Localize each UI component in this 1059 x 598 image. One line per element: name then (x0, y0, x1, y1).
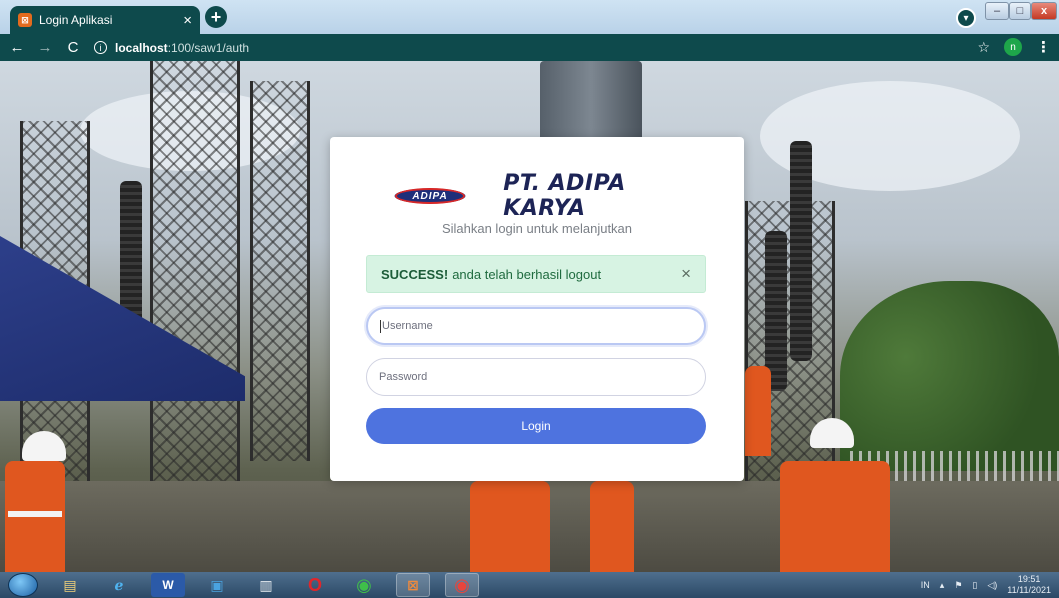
forward-icon[interactable]: → (34, 39, 56, 56)
worker-figure (470, 481, 550, 572)
opera-icon[interactable]: O (298, 573, 332, 597)
explorer-icon[interactable]: ▤ (53, 573, 87, 597)
address-bar: ← → C i localhost :100/saw1/auth ☆ n ⋮ (0, 34, 1059, 61)
bookmark-star-icon[interactable]: ☆ (977, 39, 990, 56)
alert-title: SUCCESS! (381, 266, 449, 282)
media-icon[interactable]: ▣ (200, 573, 234, 597)
language-indicator[interactable]: IN (921, 580, 930, 590)
notepad-icon[interactable]: ▥ (249, 573, 283, 597)
login-subtitle: Silahkan login untuk melanjutkan (441, 221, 633, 236)
text-caret (380, 319, 381, 333)
ie-icon[interactable]: ℯ (102, 573, 136, 597)
url-path: :100/saw1/auth (167, 40, 250, 55)
password-placeholder: Password (379, 371, 428, 383)
battery-icon[interactable]: ▯ (972, 580, 977, 591)
profile-avatar[interactable]: n (1004, 38, 1022, 56)
volume-icon[interactable]: ◁) (987, 580, 997, 591)
clock-date: 11/11/2021 (1007, 585, 1051, 595)
trees (840, 281, 1059, 471)
worker-figure (780, 461, 890, 572)
company-name: PT. ADIPA KARYA (503, 171, 626, 221)
alert-close-button[interactable]: × (681, 264, 691, 284)
browser-tab-bar: ⊠ Login Aplikasi × + ▾ – □ x (0, 0, 1059, 34)
start-button[interactable] (8, 573, 38, 597)
login-card: ADIPA PT. ADIPA KARYA Silahkan login unt… (330, 137, 744, 481)
clock-time: 19:51 (1017, 574, 1041, 584)
page-background: ADIPA PT. ADIPA KARYA Silahkan login unt… (0, 61, 1059, 572)
tab-close-button[interactable]: × (183, 13, 192, 28)
worker-stripe (8, 511, 62, 517)
worker-figure (590, 481, 634, 572)
username-input[interactable]: Username (366, 307, 706, 345)
success-alert: SUCCESS! anda telah berhasil logout × (366, 255, 706, 293)
brand-row: ADIPA PT. ADIPA KARYA (375, 171, 705, 221)
new-tab-button[interactable]: + (205, 6, 227, 28)
username-placeholder: Username (382, 320, 433, 332)
url-field[interactable]: i localhost :100/saw1/auth (94, 41, 249, 55)
reload-icon[interactable]: C (62, 39, 84, 56)
logo-text: ADIPA (395, 188, 465, 204)
xampp-icon[interactable]: ⊠ (396, 573, 430, 597)
insulator (790, 141, 812, 361)
minimize-button[interactable]: – (985, 2, 1009, 20)
chrome-alt-icon[interactable]: ◉ (347, 573, 381, 597)
lattice-tower (150, 61, 240, 481)
alert-message: anda telah berhasil logout (452, 266, 602, 282)
lattice-tower (250, 81, 310, 461)
show-hidden-icon[interactable]: ▴ (940, 580, 945, 591)
insulator (765, 231, 787, 391)
close-window-button[interactable]: x (1031, 2, 1057, 20)
chrome-icon[interactable]: ◉ (445, 573, 479, 597)
tab-title: Login Aplikasi (39, 13, 113, 27)
worker-figure (745, 366, 771, 456)
browser-menu-icon[interactable]: ⋮ (1036, 38, 1051, 56)
download-icon[interactable]: ▾ (956, 8, 976, 28)
back-icon[interactable]: ← (6, 39, 28, 56)
login-button[interactable]: Login (366, 408, 706, 444)
xampp-icon: ⊠ (18, 13, 32, 27)
system-tray: IN ▴ ⚑ ▯ ◁) 19:51 11/11/2021 (921, 572, 1051, 598)
company-logo: ADIPA (375, 184, 485, 208)
info-icon[interactable]: i (94, 41, 107, 54)
word-icon[interactable]: W (151, 573, 185, 597)
browser-tab[interactable]: ⊠ Login Aplikasi × (10, 6, 200, 34)
password-input[interactable]: Password (366, 358, 706, 396)
flag-icon[interactable]: ⚑ (954, 580, 962, 591)
taskbar: ▤ ℯ W ▣ ▥ O ◉ ⊠ ◉ IN ▴ ⚑ ▯ ◁) 19:51 11/1… (0, 572, 1059, 598)
clock[interactable]: 19:51 11/11/2021 (1007, 574, 1051, 596)
maximize-button[interactable]: □ (1009, 2, 1031, 20)
url-host: localhost (115, 40, 168, 55)
